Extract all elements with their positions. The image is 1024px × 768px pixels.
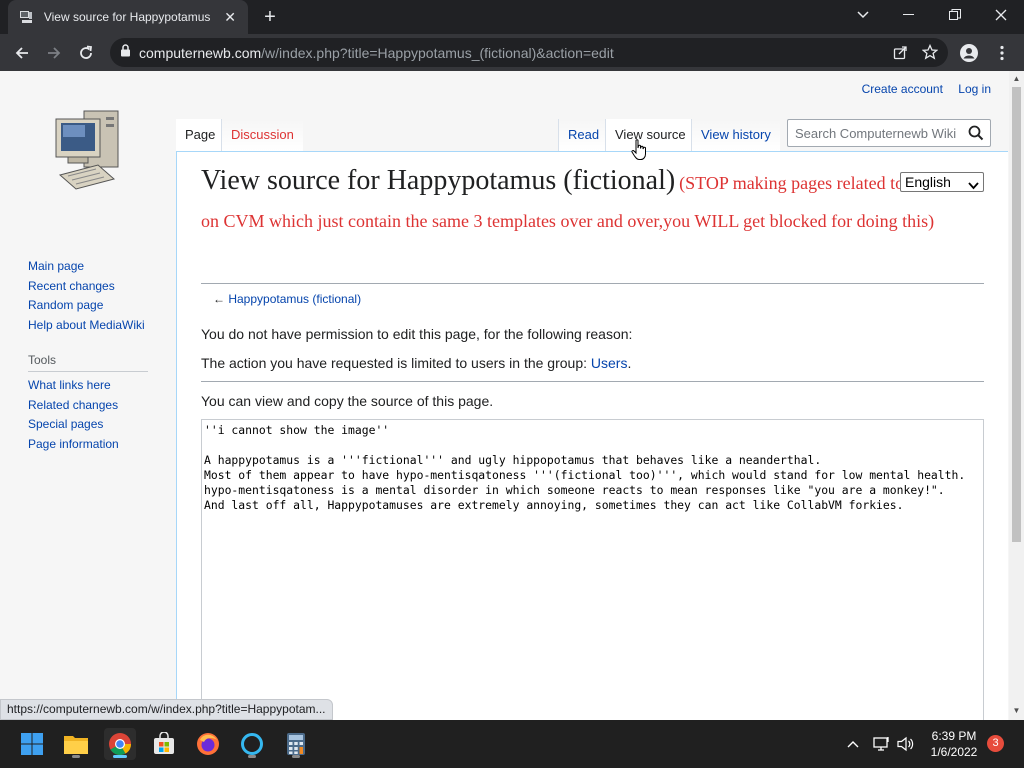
chevron-down-icon — [968, 176, 979, 194]
users-group-link[interactable]: Users — [591, 355, 628, 371]
clock-date: 1/6/2022 — [930, 745, 978, 759]
tab-discussion[interactable]: Discussion — [221, 119, 303, 151]
sidebar-item-special-pages[interactable]: Special pages — [28, 415, 168, 435]
scroll-down-icon[interactable]: ▼ — [1012, 706, 1021, 716]
personal-tools: Create account Log in — [850, 82, 991, 96]
status-bar-url: https://computernewb.com/w/index.php?tit… — [0, 699, 333, 720]
permission-message: You do not have permission to edit this … — [201, 326, 633, 342]
group-message: The action you have requested is limited… — [201, 355, 632, 371]
source-textarea[interactable]: ''i cannot show the image'' A happypotam… — [201, 419, 984, 720]
microsoft-store-icon[interactable] — [148, 728, 180, 760]
message-divider — [201, 381, 984, 382]
browser-tab[interactable]: View source for Happypotamus (fictional)… — [8, 0, 248, 34]
log-in-link[interactable]: Log in — [958, 82, 991, 96]
sidebar: Main page Recent changes Random page Hel… — [28, 257, 168, 454]
tab-read[interactable]: Read — [558, 119, 609, 151]
language-select[interactable]: English — [900, 172, 984, 192]
content-area: View source for Happypotamus (fictional)… — [176, 151, 1008, 720]
page-scrollbar[interactable]: ▲ ▼ — [1009, 71, 1024, 720]
taskbar: 6:39 PM 1/6/2022 3 — [0, 720, 1024, 768]
backlink: ← Happypotamus (fictional) — [213, 292, 361, 306]
search-icon[interactable] — [968, 125, 984, 146]
chrome-icon[interactable] — [104, 728, 136, 760]
page-title: View source for Happypotamus (fictional)… — [201, 164, 961, 240]
hand-cursor-icon — [631, 139, 649, 166]
sidebar-item-what-links-here[interactable]: What links here — [28, 376, 168, 396]
cortana-icon[interactable] — [236, 728, 268, 760]
title-divider — [201, 283, 984, 284]
firefox-icon[interactable] — [192, 728, 224, 760]
wiki-search-input[interactable]: Search Computernewb Wiki — [787, 119, 991, 147]
sidebar-item-help[interactable]: Help about MediaWiki — [28, 316, 168, 336]
sidebar-item-main-page[interactable]: Main page — [28, 257, 168, 277]
back-icon[interactable] — [9, 40, 35, 66]
language-value: English — [905, 174, 951, 190]
tab-title: View source for Happypotamus (fictional)… — [43, 10, 211, 24]
reload-icon[interactable] — [73, 40, 99, 66]
calculator-icon[interactable] — [280, 728, 312, 760]
view-copy-message: You can view and copy the source of this… — [201, 393, 494, 409]
start-windows-icon[interactable] — [16, 728, 48, 760]
sidebar-item-page-information[interactable]: Page information — [28, 435, 168, 455]
share-icon[interactable] — [893, 45, 908, 65]
web-page: Create account Log in Main page Recent c… — [0, 71, 1024, 720]
scroll-thumb[interactable] — [1012, 87, 1021, 542]
create-account-link[interactable]: Create account — [862, 82, 943, 96]
wiki-logo[interactable] — [48, 105, 128, 195]
browser-menu-icon[interactable] — [989, 40, 1015, 66]
tab-search-icon[interactable] — [840, 0, 886, 30]
sidebar-tools-heading: Tools — [28, 353, 148, 372]
search-placeholder: Search Computernewb Wiki — [795, 125, 957, 141]
back-arrow-icon: ← — [213, 292, 225, 306]
bookmark-star-icon[interactable] — [921, 43, 939, 65]
new-tab-icon[interactable]: + — [258, 6, 282, 28]
sidebar-item-random-page[interactable]: Random page — [28, 296, 168, 316]
taskbar-clock[interactable]: 6:39 PM 1/6/2022 — [920, 728, 988, 760]
backlink-page-link[interactable]: Happypotamus (fictional) — [228, 292, 361, 306]
wiki-favicon-icon — [18, 9, 34, 25]
lock-icon[interactable] — [120, 43, 131, 62]
close-window-icon[interactable] — [978, 0, 1024, 30]
profile-avatar-icon[interactable] — [956, 40, 982, 66]
sidebar-item-related-changes[interactable]: Related changes — [28, 396, 168, 416]
sidebar-item-recent-changes[interactable]: Recent changes — [28, 277, 168, 297]
url-text: computernewb.com/w/index.php?title=Happy… — [139, 44, 614, 61]
scroll-up-icon[interactable]: ▲ — [1012, 74, 1021, 84]
address-bar[interactable]: computernewb.com/w/index.php?title=Happy… — [110, 38, 948, 67]
network-icon[interactable] — [873, 734, 891, 754]
minimize-icon[interactable] — [886, 0, 932, 30]
clock-time: 6:39 PM — [931, 729, 977, 743]
tab-view-history[interactable]: View history — [691, 119, 780, 151]
forward-icon[interactable] — [41, 40, 67, 66]
file-explorer-icon[interactable] — [60, 728, 92, 760]
tray-chevron-up-icon[interactable] — [846, 734, 860, 754]
page-title-main: View source for Happypotamus (fictional) — [201, 165, 676, 196]
volume-icon[interactable] — [897, 734, 915, 754]
tab-close-icon[interactable]: ✕ — [222, 9, 238, 26]
tab-view-source[interactable]: View source — [605, 119, 695, 151]
restore-icon[interactable] — [932, 0, 978, 30]
browser-toolbar: computernewb.com/w/index.php?title=Happy… — [0, 34, 1024, 71]
notification-badge[interactable]: 3 — [987, 735, 1004, 752]
browser-titlebar: View source for Happypotamus (fictional)… — [0, 0, 1024, 34]
tab-page[interactable]: Page — [176, 119, 225, 151]
